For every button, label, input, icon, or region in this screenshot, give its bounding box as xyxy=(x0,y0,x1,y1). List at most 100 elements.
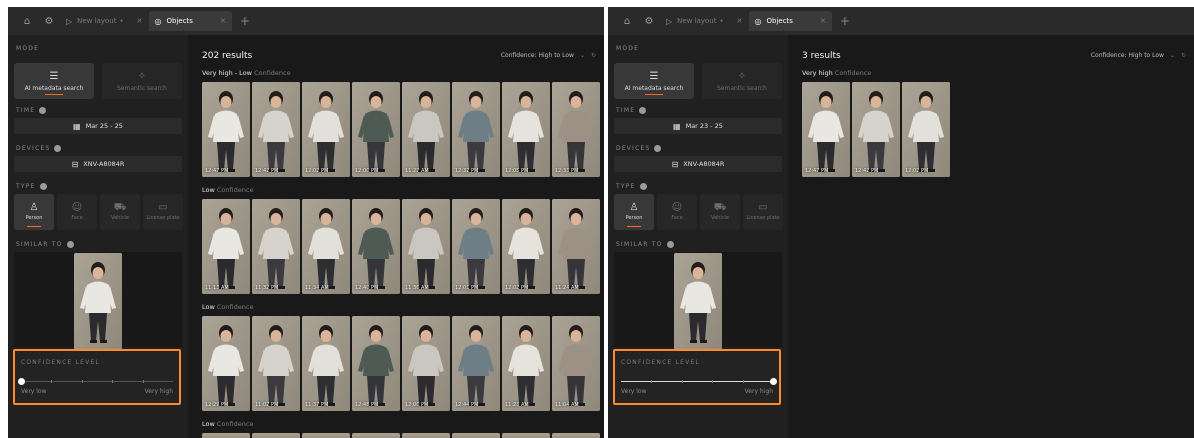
result-thumbnail[interactable] xyxy=(252,433,300,438)
result-thumbnail[interactable]: 11:13 AM xyxy=(202,199,250,294)
home-icon[interactable]: ⌂ xyxy=(616,11,638,31)
result-thumbnail[interactable]: 11:34 AM xyxy=(302,199,350,294)
result-thumbnail[interactable]: 11:27 AM xyxy=(402,82,450,177)
info-icon[interactable] xyxy=(666,241,674,248)
close-icon[interactable]: ✕ xyxy=(737,17,743,25)
info-icon[interactable] xyxy=(39,183,47,190)
date-range-field[interactable]: ▦ Mar 23 - 25 xyxy=(614,118,782,134)
tab-new-layout[interactable]: ▷ New layout • ✕ xyxy=(660,11,749,31)
type-label: Face xyxy=(71,214,83,221)
refresh-icon[interactable]: ↻ xyxy=(591,52,596,59)
vehicle-icon: ⛟ xyxy=(113,202,127,214)
type-person-button[interactable]: ♙ Person xyxy=(14,194,54,230)
reference-person-image[interactable] xyxy=(674,253,722,350)
gear-icon[interactable]: ⚙ xyxy=(638,11,660,31)
add-tab-icon[interactable]: + xyxy=(232,14,258,28)
info-icon[interactable] xyxy=(39,107,47,114)
info-icon[interactable] xyxy=(639,107,647,114)
result-thumbnail[interactable]: 11:02 PM xyxy=(252,316,300,411)
result-thumbnail[interactable]: 12:01 PM xyxy=(452,199,500,294)
result-thumbnail[interactable]: 12:00 PM xyxy=(402,316,450,411)
home-icon[interactable]: ⌂ xyxy=(16,11,38,31)
result-thumbnail[interactable]: 12:29 PM xyxy=(202,316,250,411)
gear-icon[interactable]: ⚙ xyxy=(38,11,60,31)
info-icon[interactable] xyxy=(654,145,662,152)
add-tab-icon[interactable]: + xyxy=(832,14,858,28)
mode-ai-metadata-button[interactable]: ☰ AI metadata search xyxy=(614,63,694,99)
result-thumbnail[interactable]: 12:33 PM xyxy=(552,82,600,177)
tab-objects[interactable]: ◎ Objects ✕ xyxy=(748,11,832,31)
result-thumbnail[interactable]: 12:40 PM xyxy=(352,199,400,294)
sort-label: Confidence: High to Low xyxy=(1090,52,1164,59)
result-thumbnail[interactable]: 12:47 PM xyxy=(202,82,250,177)
database-icon: ☰ xyxy=(649,70,659,82)
group-label: Very high - Low Confidence xyxy=(202,69,291,77)
close-icon[interactable]: ✕ xyxy=(220,17,226,25)
type-face-button[interactable]: ☺ Face xyxy=(657,194,697,230)
result-thumbnail[interactable] xyxy=(352,433,400,438)
group-label: Low Confidence xyxy=(202,420,253,428)
refresh-icon[interactable]: ↻ xyxy=(1181,52,1186,59)
thumbnail-timestamp: 12:47 PM xyxy=(805,168,829,174)
result-thumbnail[interactable]: 11:24 AM xyxy=(552,199,600,294)
result-thumbnail[interactable] xyxy=(202,433,250,438)
mode-label: AI metadata search xyxy=(24,84,84,92)
close-icon[interactable]: ✕ xyxy=(137,17,143,25)
tab-modified-dot: • xyxy=(719,17,724,25)
type-license-plate-button[interactable]: ▭ License plate xyxy=(743,194,783,230)
result-thumbnail[interactable]: 12:48 PM xyxy=(352,316,400,411)
tab-objects[interactable]: ◎ Objects ✕ xyxy=(148,11,232,31)
result-thumbnail[interactable]: 11:36 AM xyxy=(402,199,450,294)
result-thumbnail[interactable]: 11:37 PM xyxy=(302,316,350,411)
result-thumbnail[interactable] xyxy=(552,433,600,438)
mode-semantic-button[interactable]: ✧ Semantic search xyxy=(702,63,782,99)
thumbnail-timestamp: 12:47 PM xyxy=(205,168,229,174)
section-title-text: TIME xyxy=(16,107,36,114)
result-thumbnail[interactable]: 12:44 PM xyxy=(452,316,500,411)
type-vehicle-button[interactable]: ⛟ Vehicle xyxy=(700,194,740,230)
thumbnail-timestamp: 11:27 AM xyxy=(405,168,429,174)
type-license-plate-button[interactable]: ▭ License plate xyxy=(143,194,183,230)
result-thumbnail[interactable] xyxy=(302,433,350,438)
result-thumbnail[interactable]: 12:02 PM xyxy=(502,199,550,294)
close-icon[interactable]: ✕ xyxy=(820,17,826,25)
mode-ai-metadata-button[interactable]: ☰ AI metadata search xyxy=(14,63,94,99)
result-thumbnail[interactable]: 12:42 PM xyxy=(252,82,300,177)
device-field[interactable]: ⊟ XNV-A8084R xyxy=(14,156,182,172)
result-thumbnail[interactable]: 11:23 AM xyxy=(502,316,550,411)
slider-handle[interactable] xyxy=(18,378,25,385)
info-icon[interactable] xyxy=(639,183,647,190)
result-thumbnail[interactable]: 12:00 PM xyxy=(352,82,400,177)
slider-handle[interactable] xyxy=(770,378,777,385)
mode-label: Semantic search xyxy=(717,84,767,92)
info-icon[interactable] xyxy=(66,241,74,248)
slider-track[interactable] xyxy=(18,378,173,385)
device-field[interactable]: ⊟ XNV-A8084R xyxy=(614,156,782,172)
type-face-button[interactable]: ☺ Face xyxy=(57,194,97,230)
result-thumbnail[interactable]: 12:05 PM xyxy=(502,82,550,177)
result-thumbnail[interactable]: 11:32 PM xyxy=(252,199,300,294)
info-icon[interactable] xyxy=(54,145,62,152)
result-thumbnail[interactable] xyxy=(502,433,550,438)
section-title-text: SIMILAR TO xyxy=(616,241,663,248)
result-thumbnail[interactable]: 12:32 PM xyxy=(452,82,500,177)
result-thumbnail[interactable]: 12:42 PM xyxy=(852,82,900,177)
tab-new-layout[interactable]: ▷ New layout • ✕ xyxy=(60,11,149,31)
result-thumbnail[interactable] xyxy=(402,433,450,438)
sort-dropdown[interactable]: Confidence: High to Low ⌄ ↻ xyxy=(501,52,596,59)
date-range-field[interactable]: ▦ Mar 25 - 25 xyxy=(14,118,182,134)
type-vehicle-button[interactable]: ⛟ Vehicle xyxy=(100,194,140,230)
tab-label: Objects xyxy=(766,17,793,25)
section-title-text: MODE xyxy=(16,45,40,52)
slider-track[interactable] xyxy=(621,378,777,385)
result-thumbnail[interactable]: 11:04 AM xyxy=(552,316,600,411)
result-thumbnail[interactable]: 12:47 PM xyxy=(802,82,850,177)
sort-dropdown[interactable]: Confidence: High to Low ⌄ ↻ xyxy=(1091,52,1186,59)
thumbnail-timestamp: 12:33 PM xyxy=(555,168,579,174)
mode-semantic-button[interactable]: ✧ Semantic search xyxy=(102,63,182,99)
result-thumbnail[interactable]: 12:02 PM xyxy=(902,82,950,177)
type-person-button[interactable]: ♙ Person xyxy=(614,194,654,230)
result-thumbnail[interactable]: 12:02 PM xyxy=(302,82,350,177)
result-thumbnail[interactable] xyxy=(452,433,500,438)
reference-person-image[interactable] xyxy=(74,253,122,350)
